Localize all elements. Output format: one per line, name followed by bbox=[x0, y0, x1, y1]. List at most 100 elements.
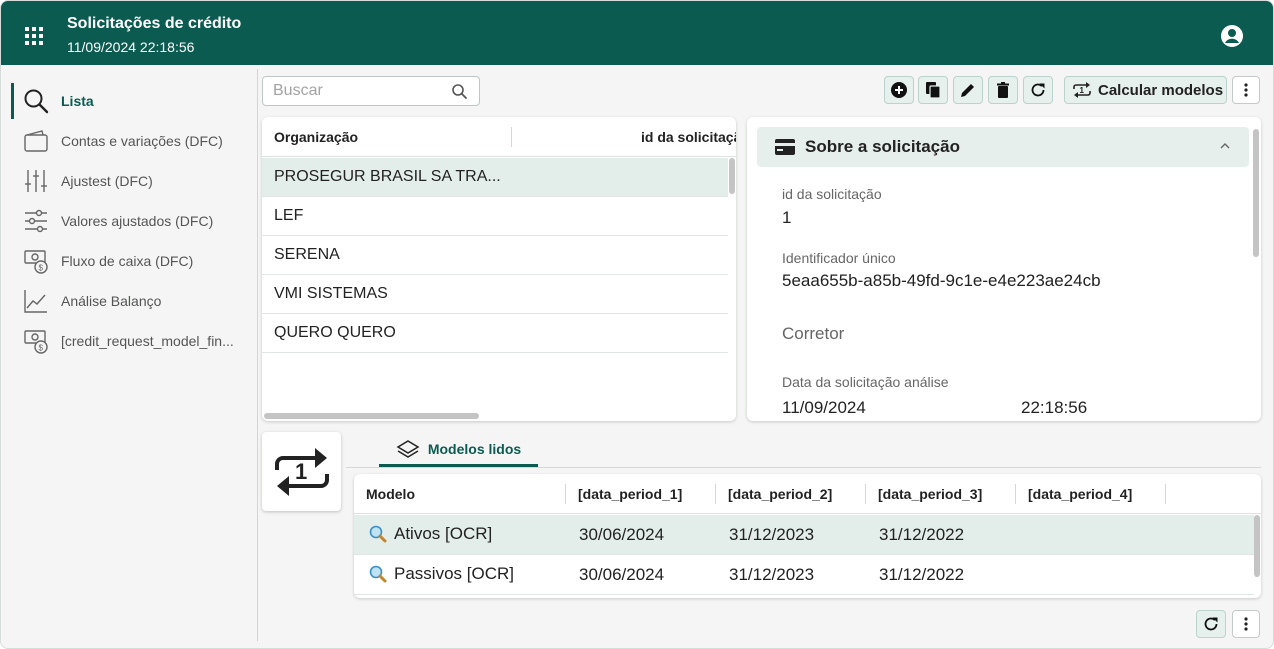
page-title: Solicitações de crédito bbox=[67, 15, 242, 32]
chevron-up-icon[interactable] bbox=[1219, 141, 1231, 151]
cell-model: Passivos [OCR] bbox=[368, 564, 514, 584]
table-row[interactable]: SERENA bbox=[262, 236, 728, 275]
account-icon[interactable] bbox=[1220, 24, 1244, 48]
column-header-period-2[interactable]: [data_period_2] bbox=[728, 486, 832, 502]
table-row[interactable]: QUERO QUERO bbox=[262, 314, 728, 353]
detail-section-header[interactable]: Sobre a solicitação bbox=[757, 127, 1249, 167]
model-name: Ativos [OCR] bbox=[394, 524, 493, 543]
search-field[interactable] bbox=[262, 76, 480, 106]
svg-text:1: 1 bbox=[295, 459, 307, 484]
column-divider[interactable] bbox=[511, 127, 512, 147]
cell-period-3: 31/12/2022 bbox=[879, 525, 965, 544]
column-divider[interactable] bbox=[1015, 484, 1016, 504]
refresh-icon bbox=[1031, 83, 1045, 97]
add-button[interactable] bbox=[884, 76, 914, 104]
table-row[interactable]: LEF bbox=[262, 197, 728, 236]
sidebar-item-ajustes[interactable]: Ajustest (DFC) bbox=[11, 163, 251, 199]
copy-button[interactable] bbox=[918, 76, 948, 104]
column-divider[interactable] bbox=[1165, 484, 1166, 504]
request-detail-panel: Sobre a solicitação id da solicitação 1 … bbox=[747, 117, 1261, 421]
sidebar-item-valores[interactable]: Valores ajustados (DFC) bbox=[11, 203, 251, 239]
wallet-icon bbox=[23, 128, 49, 154]
models-more-options-button[interactable] bbox=[1232, 610, 1260, 638]
svg-text:$: $ bbox=[39, 264, 44, 273]
search-icon[interactable] bbox=[451, 83, 469, 101]
sliders-horizontal-icon bbox=[23, 208, 49, 234]
table-row[interactable]: Passivos [OCR] 30/06/2024 31/12/2023 31/… bbox=[354, 555, 1254, 595]
svg-text:$: $ bbox=[39, 344, 44, 353]
calculate-models-button[interactable]: 1 Calcular modelos bbox=[1064, 76, 1227, 104]
more-vert-icon bbox=[1244, 83, 1248, 97]
table-row[interactable]: Ativos [OCR] 30/06/2024 31/12/2023 31/12… bbox=[354, 515, 1254, 555]
column-divider[interactable] bbox=[715, 484, 716, 504]
sliders-vertical-icon bbox=[23, 168, 49, 194]
model-name: Passivos [OCR] bbox=[394, 564, 514, 583]
tab-modelos-lidos[interactable]: Modelos lidos bbox=[379, 433, 538, 467]
more-vert-icon bbox=[1244, 617, 1248, 631]
table-row[interactable]: PROSEGUR BRASIL SA TRA... bbox=[262, 158, 728, 197]
column-header-organizacao[interactable]: Organização bbox=[274, 129, 358, 145]
sidebar-item-label: Ajustest (DFC) bbox=[61, 173, 153, 189]
column-divider[interactable] bbox=[865, 484, 866, 504]
sidebar-item-label: Lista bbox=[61, 93, 94, 109]
table-row[interactable]: VMI SISTEMAS bbox=[262, 275, 728, 314]
vertical-scrollbar[interactable] bbox=[1253, 129, 1259, 257]
refresh-button[interactable] bbox=[1023, 76, 1053, 104]
edit-button[interactable] bbox=[953, 76, 983, 104]
column-header-period-4[interactable]: [data_period_4] bbox=[1028, 486, 1132, 502]
sidebar-item-lista[interactable]: Lista bbox=[11, 83, 251, 119]
column-header-period-1[interactable]: [data_period_1] bbox=[578, 486, 682, 502]
cell-period-3: 31/12/2022 bbox=[879, 565, 965, 584]
cash-flow-icon: $ bbox=[23, 248, 49, 274]
detail-title: Sobre a solicitação bbox=[805, 137, 960, 156]
repeat-one-icon: 1 bbox=[274, 447, 329, 496]
organization-table: Organização id da solicitaçã PROSEGUR BR… bbox=[262, 117, 736, 421]
line-chart-icon bbox=[23, 288, 49, 314]
column-header-period-3[interactable]: [data_period_3] bbox=[878, 486, 982, 502]
sidebar-item-label: Contas e variações (DFC) bbox=[61, 133, 223, 149]
models-refresh-button[interactable] bbox=[1196, 610, 1226, 638]
sidebar-item-label: Valores ajustados (DFC) bbox=[61, 213, 214, 229]
calculate-models-label: Calcular modelos bbox=[1098, 81, 1224, 99]
svg-text:1: 1 bbox=[1080, 86, 1085, 95]
sidebar: Lista Contas e variações (DFC) Ajustest … bbox=[1, 65, 257, 648]
column-header-id[interactable]: id da solicitaçã bbox=[641, 129, 736, 145]
column-header-modelo[interactable]: Modelo bbox=[366, 486, 415, 502]
request-id-value: 1 bbox=[782, 208, 792, 227]
sidebar-item-analise[interactable]: Análise Balanço bbox=[11, 283, 251, 319]
request-date-label: Data da solicitação análise bbox=[782, 374, 949, 390]
sidebar-item-fluxo[interactable]: $ Fluxo de caixa (DFC) bbox=[11, 243, 251, 279]
request-date-value[interactable]: 11/09/2024 bbox=[782, 398, 866, 418]
table-header: Organização id da solicitaçã bbox=[262, 117, 736, 157]
tab-label: Modelos lidos bbox=[427, 440, 522, 457]
cell-period-1: 30/06/2024 bbox=[579, 565, 665, 584]
broker-field[interactable]: Corretor bbox=[782, 324, 844, 344]
cell-organization: SERENA bbox=[274, 246, 340, 263]
search-input[interactable] bbox=[273, 81, 443, 101]
copy-icon bbox=[926, 82, 941, 99]
search-icon bbox=[23, 88, 49, 114]
sidebar-item-contas[interactable]: Contas e variações (DFC) bbox=[11, 123, 251, 159]
request-id-label: id da solicitação bbox=[782, 186, 882, 202]
cell-period-2: 31/12/2023 bbox=[729, 565, 815, 584]
apps-grid-icon[interactable] bbox=[25, 27, 43, 45]
vertical-scrollbar[interactable] bbox=[1254, 515, 1260, 577]
vertical-scrollbar[interactable] bbox=[729, 158, 735, 194]
sidebar-item-credit-model[interactable]: $ [credit_request_model_fin... bbox=[11, 323, 251, 359]
delete-button[interactable] bbox=[988, 76, 1018, 104]
models-tile[interactable]: 1 bbox=[262, 432, 341, 511]
page-timestamp: 11/09/2024 22:18:56 bbox=[67, 39, 195, 55]
models-table: Modelo [data_period_1] [data_period_2] [… bbox=[354, 474, 1261, 598]
cell-model: Ativos [OCR] bbox=[368, 524, 492, 544]
cell-period-2: 31/12/2023 bbox=[729, 525, 815, 544]
column-divider[interactable] bbox=[565, 484, 566, 504]
tab-divider bbox=[346, 467, 1261, 468]
cell-period-1: 30/06/2024 bbox=[579, 525, 665, 544]
more-options-button[interactable] bbox=[1232, 76, 1260, 104]
magnify-icon bbox=[369, 565, 387, 583]
table-header: Modelo [data_period_1] [data_period_2] [… bbox=[354, 474, 1261, 514]
refresh-icon bbox=[1204, 617, 1218, 631]
request-time-value[interactable]: 22:18:56 bbox=[1021, 398, 1087, 418]
sidebar-divider bbox=[257, 69, 258, 641]
horizontal-scrollbar[interactable] bbox=[264, 413, 479, 419]
